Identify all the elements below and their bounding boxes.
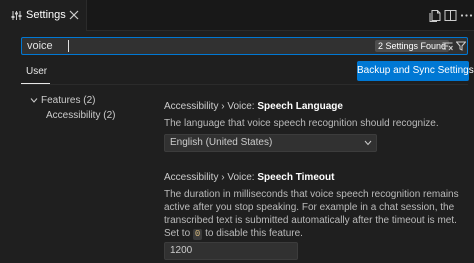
setting-name: Speech Language — [257, 101, 343, 112]
settings-sliders-icon — [11, 11, 22, 20]
chevron-down-icon — [364, 140, 372, 146]
search-result-count-badge: 2 Settings Found — [375, 40, 450, 52]
chevron-down-icon[interactable] — [30, 97, 38, 104]
speech-language-dropdown[interactable]: English (United States) — [164, 134, 377, 152]
split-editor-icon[interactable] — [444, 9, 457, 22]
clear-filter-icon[interactable] — [442, 41, 453, 51]
input-value: 1200 — [170, 245, 193, 256]
tab-user-label: User — [26, 66, 48, 77]
inline-code: 0 — [192, 229, 203, 240]
close-icon[interactable] — [69, 10, 79, 20]
setting-description: The duration in milliseconds that voice … — [164, 188, 469, 240]
settings-tab-label: Settings — [26, 9, 66, 21]
speech-timeout-input[interactable]: 1200 — [164, 242, 298, 260]
filter-icon[interactable] — [456, 41, 466, 51]
setting-title-speech-language: Accessibility › Voice: Speech Language — [164, 101, 343, 112]
dropdown-selected-value: English (United States) — [170, 137, 273, 148]
description-text: to disable this feature. — [202, 228, 303, 239]
setting-category: Accessibility › Voice: — [164, 101, 258, 112]
toc-item-accessibility[interactable]: Accessibility (2) — [46, 110, 115, 121]
setting-description: The language that voice speech recogniti… — [164, 118, 439, 129]
search-input[interactable]: voice — [27, 40, 53, 52]
open-settings-json-icon[interactable] — [429, 9, 442, 22]
editor-tab-bar: Settings — [0, 0, 474, 31]
text-cursor — [68, 40, 69, 52]
backup-and-sync-button[interactable]: Backup and Sync Settings — [357, 61, 474, 81]
settings-search-box[interactable]: voice 2 Settings Found — [21, 37, 468, 55]
setting-category: Accessibility › Voice: — [164, 172, 258, 183]
scope-divider — [21, 84, 468, 85]
setting-title-speech-timeout: Accessibility › Voice: Speech Timeout — [164, 172, 334, 183]
tab-user[interactable]: User — [21, 62, 50, 86]
more-actions-icon[interactable] — [460, 9, 473, 22]
settings-editor-tab[interactable]: Settings — [0, 0, 87, 31]
setting-name: Speech Timeout — [257, 172, 335, 183]
toc-item-features[interactable]: Features (2) — [41, 95, 95, 106]
